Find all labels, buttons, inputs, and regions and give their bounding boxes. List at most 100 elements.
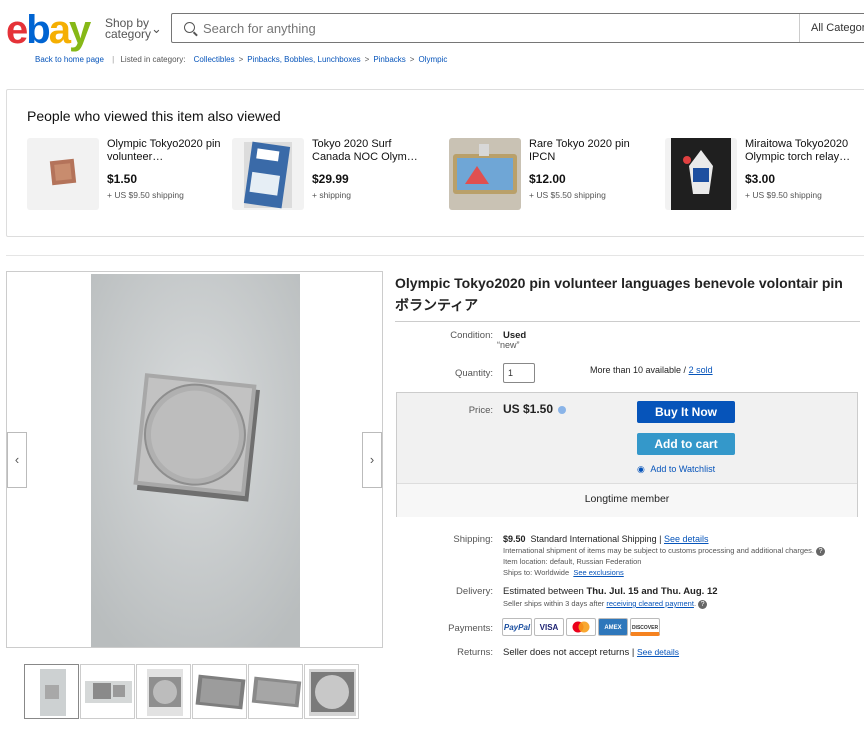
image-thumbnail[interactable] [24,664,79,719]
item-price-value: US $1.50 [503,402,554,416]
image-thumbnail[interactable] [80,664,135,719]
breadcrumb-link-pinbacks-bobbles[interactable]: Pinbacks, Bobbles, Lunchboxes [247,55,360,64]
ebay-logo[interactable]: ebay [6,8,91,52]
shipping-see-details-link[interactable]: See details [664,534,709,544]
shipping-cost: $9.50 Standard International Shipping | … [503,534,709,544]
eye-icon: ◉ [637,464,645,474]
image-thumbnail[interactable] [136,664,191,719]
product-thumbnail[interactable] [665,138,737,210]
breadcrumb-link-collectibles[interactable]: Collectibles [194,55,235,64]
shop-by-category-button[interactable]: Shop by category ⌄ [105,17,162,41]
section-divider [6,255,864,256]
ships-to-text: Ships to: Worldwide [503,568,570,577]
discover-badge: DISCOVER [630,618,660,636]
see-exclusions-link[interactable]: See exclusions [573,568,623,577]
card-title[interactable]: Olympic Tokyo2020 pin volunteer… [107,138,227,164]
product-thumbnail[interactable] [27,138,99,210]
also-viewed-card[interactable]: Tokyo 2020 Surf Canada NOC Olym… $29.99 … [232,138,442,212]
delivery-note-end: . [693,599,697,608]
previous-image-button[interactable]: ‹ [7,432,27,488]
quantity-label: Quantity: [454,368,493,379]
card-shipping: + US $5.50 shipping [529,190,606,200]
seller-badge: Longtime member [584,493,670,505]
shipping-method: Standard International Shipping | [530,534,664,544]
sold-count-link[interactable]: 2 sold [689,365,713,375]
also-viewed-carousel: People who viewed this item also viewed … [6,89,864,237]
shipping-amount: $9.50 [503,534,526,544]
search-bar[interactable]: Search for anything All Categories [171,13,864,43]
card-shipping: + US $9.50 shipping [107,190,184,200]
item-title: Olympic Tokyo2020 pin volunteer language… [395,275,843,313]
listed-in-label: Listed in category: [120,55,186,64]
shipping-note-text: International shipment of items may be s… [503,546,815,555]
item-location: Item location: default, Russian Federati… [503,557,642,566]
returns-see-details-link[interactable]: See details [637,647,679,657]
payments-label: Payments: [448,623,493,634]
card-title[interactable]: Miraitowa Tokyo2020 Olympic torch relay… [745,138,864,164]
chevron-down-icon: ⌄ [151,21,162,36]
price-info-icon[interactable] [558,405,567,414]
card-shipping: + US $9.50 shipping [745,190,822,200]
card-shipping: + shipping [312,190,351,200]
breadcrumb-link-pinbacks[interactable]: Pinbacks [373,55,405,64]
delivery-dates: Thu. Jul. 15 and Thu. Aug. 12 [586,586,718,597]
returns-label: Returns: [457,647,493,658]
card-price: $3.00 [745,172,776,186]
main-image-viewer[interactable]: ‹ › [6,271,383,648]
image-thumbnail[interactable] [248,664,303,719]
card-title[interactable]: Tokyo 2020 Surf Canada NOC Olym… [312,138,432,164]
quantity-input[interactable]: 1 [503,363,535,383]
seller-badge-row: Longtime member [397,483,857,517]
product-thumbnail[interactable] [449,138,521,210]
main-product-photo[interactable] [91,274,300,647]
next-image-button[interactable]: › [362,432,382,488]
question-icon[interactable]: ? [816,546,826,556]
cleared-payment-link[interactable]: receiving cleared payment [606,599,694,608]
ships-to: Ships to: Worldwide See exclusions [503,568,624,577]
also-viewed-card[interactable]: Rare Tokyo 2020 pin IPCN $12.00 + US $5.… [449,138,659,212]
card-price: $12.00 [529,172,566,186]
visa-badge: VISA [534,618,564,636]
also-viewed-title: People who viewed this item also viewed [27,108,281,124]
shipping-note: International shipment of items may be s… [503,546,826,556]
returns-value: Seller does not accept returns | [503,647,637,658]
condition-label: Condition: [450,330,493,341]
paypal-badge: PayPal [502,618,532,636]
also-viewed-card[interactable]: Miraitowa Tokyo2020 Olympic torch relay…… [665,138,864,212]
item-price: US $1.50 [503,402,567,416]
mastercard-logo [572,621,590,633]
product-thumbnail[interactable] [232,138,304,210]
back-to-home-link[interactable]: Back to home page [35,55,104,64]
also-viewed-card[interactable]: Olympic Tokyo2020 pin volunteer… $1.50 +… [27,138,237,212]
image-thumbnail[interactable] [192,664,247,719]
condition-note: “new” [497,340,520,350]
shipping-label: Shipping: [453,534,493,545]
delivery-note: Seller ships within 3 days after receivi… [503,599,708,609]
category-select[interactable]: All Categories [799,14,864,42]
breadcrumb-link-olympic[interactable]: Olympic [418,55,447,64]
chevron-left-icon: ‹ [14,452,20,467]
category-label: category [105,27,152,41]
card-price: $29.99 [312,172,349,186]
mastercard-badge [566,618,596,636]
add-to-cart-button[interactable]: Add to cart [637,433,735,455]
delivery-note-text: Seller ships within 3 days after [503,599,607,608]
card-price: $1.50 [107,172,138,186]
delivery-label: Delivery: [456,586,493,597]
add-to-watchlist-link[interactable]: ◉ Add to Watchlist [637,464,715,475]
amex-badge: AMEX [598,618,628,636]
delivery-estimate-text: Estimated between [503,586,587,597]
buy-it-now-button[interactable]: Buy It Now [637,401,735,423]
image-thumbnail[interactable] [304,664,359,719]
title-divider [395,321,860,322]
availability-text: More than 10 available / 2 sold [590,365,713,375]
question-icon[interactable]: ? [698,599,708,609]
search-input[interactable]: Search for anything [203,21,316,36]
breadcrumb: Back to home page | Listed in category: … [35,55,448,64]
card-title[interactable]: Rare Tokyo 2020 pin IPCN [529,138,649,164]
price-label: Price: [468,405,493,416]
delivery-estimate: Estimated between Thu. Jul. 15 and Thu. … [503,586,718,597]
search-icon [184,22,195,33]
chevron-right-icon: › [369,452,375,467]
available-count: More than 10 available / [590,365,689,375]
